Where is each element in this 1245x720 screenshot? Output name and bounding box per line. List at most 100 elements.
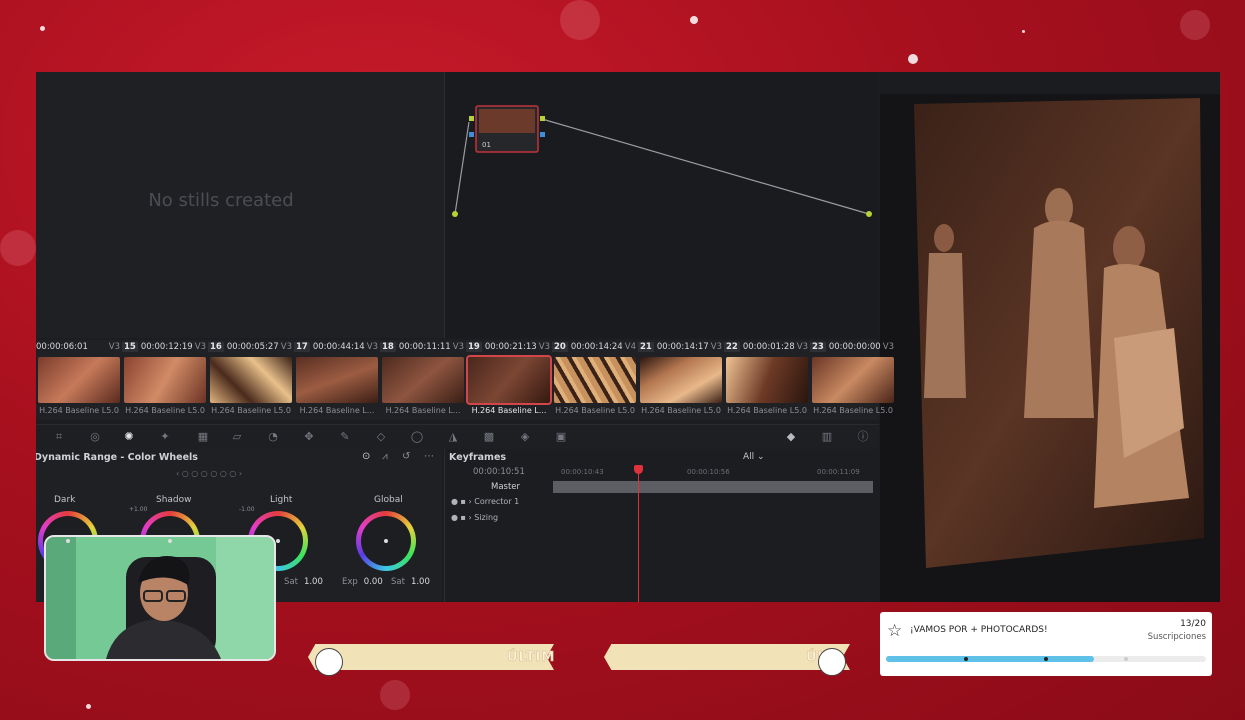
tracker-icon[interactable]: ◯ [410,430,424,444]
clip-timecode: 00:00:05:27 [226,342,279,352]
window-icon[interactable]: ◇ [374,430,388,444]
rgb-mixer-icon[interactable]: ▦ [196,430,210,444]
clip-thumbnail[interactable] [210,357,292,403]
clip-item[interactable]: 18 00:00:11:11 V3 H.264 Baseline L... [380,340,466,420]
global-sat-param[interactable]: Sat 1.00 [391,577,430,587]
clip-codec: H.264 Baseline L... [471,406,547,415]
clip-item[interactable]: 21 00:00:14:17 V3 H.264 Baseline L5.0 [638,340,724,420]
curves-icon[interactable]: ✥ [302,430,316,444]
clip-thumbnail[interactable] [466,355,552,405]
clip-timecode: 00:00:06:01 [36,342,88,352]
clip-codec: H.264 Baseline L... [385,406,461,415]
clip-thumbnail[interactable] [38,357,120,403]
color-wheel-global[interactable] [356,511,416,571]
clip-number: 18 [380,342,396,352]
clip-item[interactable]: 15 00:00:12:19 V3 H.264 Baseline L5.0 [122,340,208,420]
camera-raw-icon[interactable]: ⌗ [52,430,66,444]
sizing-icon[interactable]: ▣ [554,430,568,444]
blur-tool-icon[interactable]: ▩ [482,430,496,444]
clip-codec: H.264 Baseline L5.0 [813,406,893,415]
time-tick: 00:00:10:43 [561,468,604,476]
shadow-range-value: +1.00 [129,506,148,513]
panda-mascot-icon [818,648,846,676]
webcam-overlay [44,535,276,661]
node-key-input[interactable] [469,132,474,137]
clip-timecode: 00:00:01:28 [742,342,795,352]
clip-item[interactable]: 00:00:06:01 V3 H.264 Baseline L5.0 [36,340,122,420]
clip-item-selected[interactable]: 19 00:00:21:13 V3 H.264 Baseline L... [466,340,552,420]
node-input-port[interactable] [469,116,474,121]
clip-track: V3 [194,342,206,352]
undo-icon[interactable]: ↺ [402,451,410,462]
light-range-value: -1.00 [239,506,255,513]
playhead[interactable] [634,465,643,602]
clip-thumbnail[interactable] [812,357,894,403]
clip-item[interactable]: 22 00:00:01:28 V3 H.264 Baseline L5.0 [724,340,810,420]
light-sat-param[interactable]: Sat 1.00 [284,577,323,587]
key-icon[interactable]: ◈ [518,430,532,444]
output-port[interactable] [866,211,872,217]
clip-track: V3 [452,342,464,352]
info-icon[interactable]: ⓘ [856,430,870,444]
clip-track: V3 [108,342,120,352]
clip-item[interactable]: 23 00:00:00:00 V3 H.264 Baseline L5.0 [810,340,896,420]
goal-milestone [964,657,968,661]
snowflake [1022,30,1025,33]
panda-mascot-icon [315,648,343,676]
clip-timecode: 00:00:11:11 [398,342,451,352]
goal-count: 13/20 [1180,619,1206,629]
clip-track: V4 [624,342,636,352]
clip-track: V3 [366,342,378,352]
clip-number: 17 [294,342,310,352]
keyframe-row-sizing[interactable]: ● ▪ › Sizing [451,513,498,522]
clip-track: V3 [796,342,808,352]
hdr-icon[interactable]: ✦ [158,430,172,444]
node-output-port[interactable] [540,116,545,121]
clip-timecode: 00:00:14:24 [570,342,623,352]
clip-item[interactable]: 20 00:00:14:24 V4 H.264 Baseline L5.0 [552,340,638,420]
color-wheels-icon[interactable]: ✺ [122,430,136,444]
wheel-mode-selector[interactable]: ‹ ○ ○ ○ ○ ○ ○ › [176,469,242,478]
subscriber-goal-widget: ☆ ¡VAMOS POR + PHOTOCARDS! 13/20 Suscrip… [880,612,1212,676]
clip-number: 23 [810,342,826,352]
reset-all-icon[interactable]: ⊙ [362,451,370,462]
clip-item[interactable]: 16 00:00:05:27 V3 H.264 Baseline L5.0 [208,340,294,420]
clip-thumbnail[interactable] [382,357,464,403]
color-match-icon[interactable]: ◎ [88,430,102,444]
clip-number: 15 [122,342,138,352]
bars-icon[interactable]: ⩘ [382,451,388,462]
streamer-camera-image [46,537,274,659]
clip-thumbnail[interactable] [640,357,722,403]
keyframes-title: Keyframes [449,452,507,463]
clip-thumbnail[interactable] [554,357,636,403]
magic-mask-icon[interactable]: ◮ [446,430,460,444]
more-options-icon[interactable]: ⋯ [424,451,434,462]
keyframes-panel: Keyframes All ⌄ 00:00:10:51 00:00:10:43 … [444,449,880,602]
clip-thumbnail[interactable] [726,357,808,403]
global-exp-param[interactable]: Exp 0.00 [342,577,383,587]
node-label: 01 [482,141,491,149]
keyframes-icon[interactable]: ◆ [784,430,798,444]
keyframe-row-corrector[interactable]: ● ▪ › Corrector 1 [451,497,519,506]
goal-progress-bar [886,656,1206,662]
clip-codec: H.264 Baseline L5.0 [641,406,721,415]
clip-number: 21 [638,342,654,352]
blur-icon[interactable]: ◔ [266,430,280,444]
clip-thumbnail[interactable] [124,357,206,403]
node-key-output[interactable] [540,132,545,137]
node-editor[interactable]: 01 [445,72,879,338]
master-keyframe-track[interactable] [553,481,873,493]
motion-effects-icon[interactable]: ▱ [230,430,244,444]
bokeh-light [0,230,36,266]
clip-thumbnail[interactable] [296,357,378,403]
clip-timecode: 00:00:12:19 [140,342,193,352]
clip-item[interactable]: 17 00:00:44:14 V3 H.264 Baseline L... [294,340,380,420]
goal-count-label: Suscripciones [1147,632,1206,642]
input-port[interactable] [452,211,458,217]
bokeh-light [560,0,600,40]
keyframes-filter-dropdown[interactable]: All ⌄ [743,452,765,462]
clip-codec: H.264 Baseline L5.0 [727,406,807,415]
qualifier-icon[interactable]: ✎ [338,430,352,444]
scopes-icon[interactable]: ▥ [820,430,834,444]
wheel-label-shadow: Shadow [156,495,192,505]
